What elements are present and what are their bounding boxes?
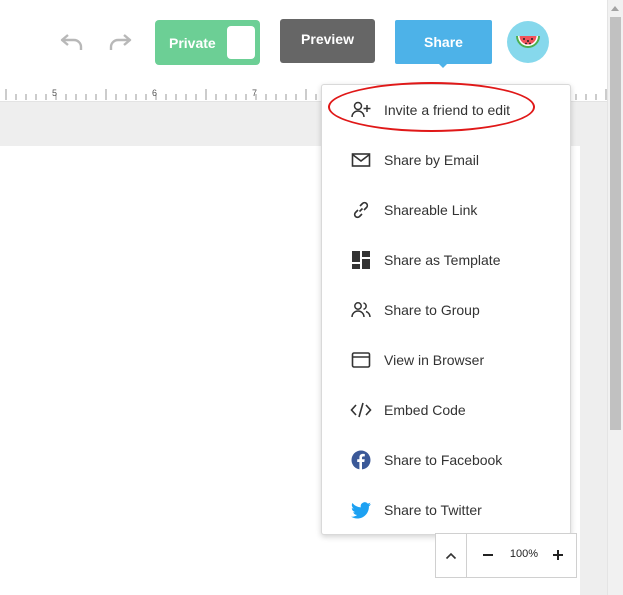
menu-item-share-facebook[interactable]: Share to Facebook xyxy=(322,435,570,485)
menu-item-label: Share to Facebook xyxy=(384,452,503,468)
menu-item-share-group[interactable]: Share to Group xyxy=(322,285,570,335)
minus-icon xyxy=(483,554,493,556)
zoom-level: 100% xyxy=(509,548,539,560)
private-toggle[interactable]: Private xyxy=(155,20,260,65)
envelope-icon xyxy=(350,149,372,171)
template-grid-icon xyxy=(350,249,372,271)
menu-item-label: Share to Twitter xyxy=(384,502,482,518)
ruler-number: 7 xyxy=(252,88,258,98)
menu-item-label: Share as Template xyxy=(384,252,501,268)
zoom-in-button[interactable] xyxy=(548,545,568,565)
plus-icon xyxy=(553,550,563,560)
editor-window: Private Preview Share 5 6 7 Invite a fri… xyxy=(0,0,623,595)
zoom-expand-button[interactable] xyxy=(436,534,467,577)
menu-item-embed-code[interactable]: Embed Code xyxy=(322,385,570,435)
group-icon xyxy=(350,299,372,321)
redo-icon[interactable] xyxy=(106,28,134,56)
menu-item-label: Invite a friend to edit xyxy=(384,102,511,118)
scroll-up-arrow-icon[interactable] xyxy=(611,6,619,11)
menu-item-label: Share by Email xyxy=(384,152,479,168)
undo-icon[interactable] xyxy=(58,28,86,56)
share-menu: Invite a friend to edit Share by Email S… xyxy=(321,84,571,535)
share-button[interactable]: Share xyxy=(395,20,492,64)
share-caret-icon xyxy=(437,62,449,68)
toggle-knob xyxy=(227,26,255,59)
menu-item-share-template[interactable]: Share as Template xyxy=(322,235,570,285)
browser-window-icon xyxy=(350,349,372,371)
scroll-thumb[interactable] xyxy=(610,17,621,430)
watermelon-avatar-icon[interactable] xyxy=(507,21,549,63)
menu-item-label: Shareable Link xyxy=(384,202,478,218)
twitter-icon xyxy=(350,499,372,521)
menu-item-invite-friend[interactable]: Invite a friend to edit xyxy=(322,85,570,135)
ruler-number: 5 xyxy=(52,88,58,98)
menu-item-label: Embed Code xyxy=(384,402,466,418)
vertical-scrollbar[interactable] xyxy=(607,0,623,595)
top-toolbar: Private Preview Share xyxy=(0,0,607,84)
menu-item-label: View in Browser xyxy=(384,352,485,368)
facebook-icon xyxy=(350,449,372,471)
zoom-out-button[interactable] xyxy=(478,545,498,565)
add-user-icon xyxy=(350,99,372,121)
menu-item-shareable-link[interactable]: Shareable Link xyxy=(322,185,570,235)
menu-item-view-browser[interactable]: View in Browser xyxy=(322,335,570,385)
menu-item-share-twitter[interactable]: Share to Twitter xyxy=(322,485,570,535)
ruler-number: 6 xyxy=(152,88,158,98)
menu-item-label: Share to Group xyxy=(384,302,480,318)
preview-button[interactable]: Preview xyxy=(280,19,375,63)
menu-item-share-email[interactable]: Share by Email xyxy=(322,135,570,185)
code-icon xyxy=(350,399,372,421)
zoom-control: 100% xyxy=(435,533,577,578)
link-icon xyxy=(350,199,372,221)
chevron-up-icon xyxy=(445,552,457,559)
private-label: Private xyxy=(169,34,216,51)
